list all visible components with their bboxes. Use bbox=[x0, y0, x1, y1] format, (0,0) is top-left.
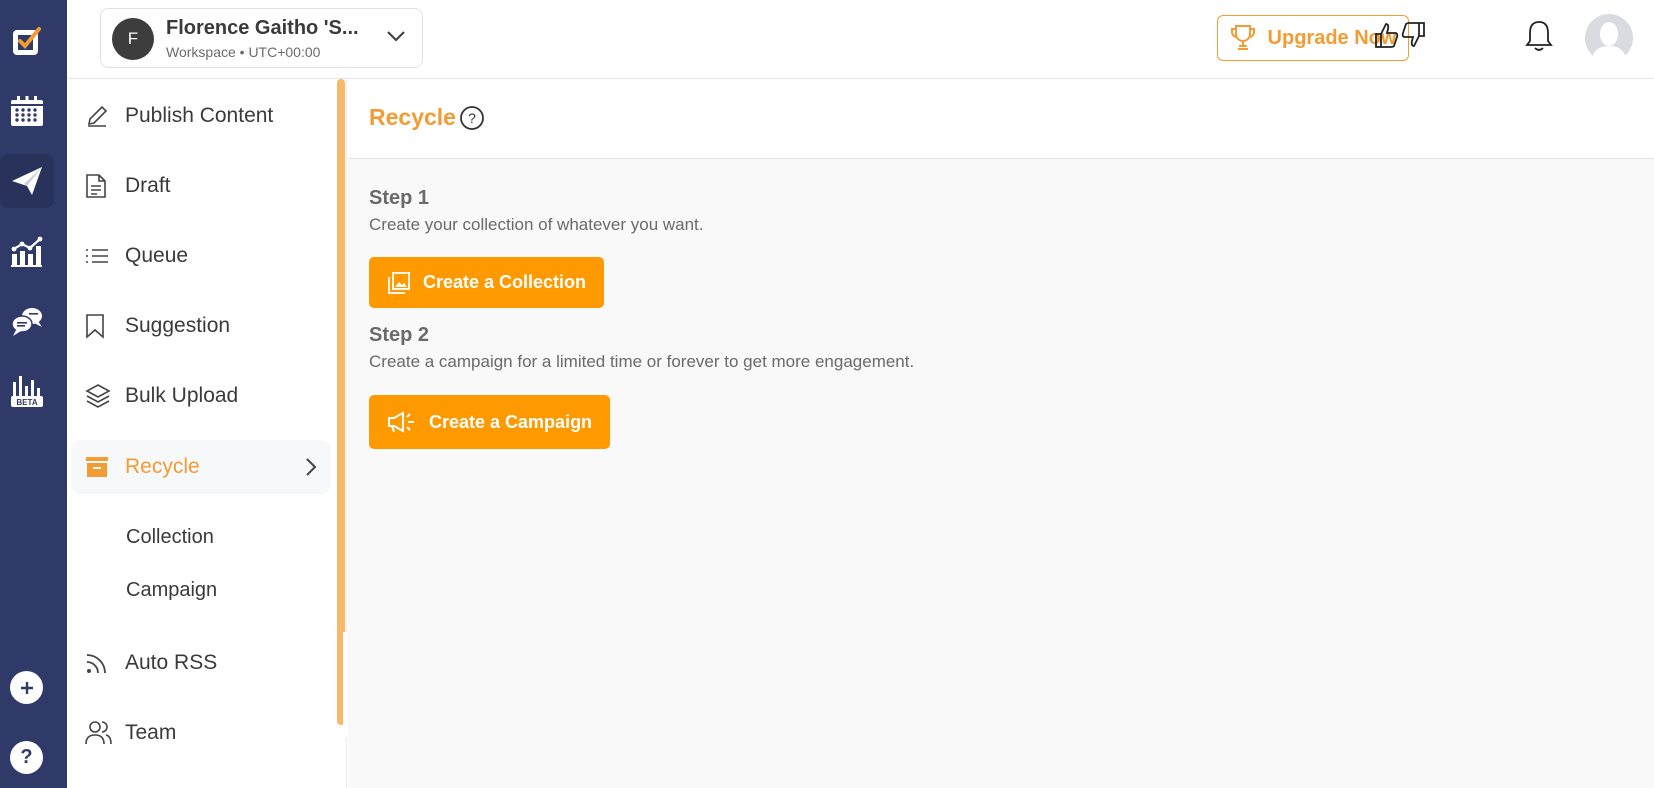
step2-title: Step 2 bbox=[369, 324, 430, 346]
document-icon bbox=[85, 173, 115, 199]
rail-analytics[interactable] bbox=[0, 224, 54, 278]
layers-icon bbox=[85, 383, 115, 409]
nav-label: Bulk Upload bbox=[125, 384, 239, 407]
nav-label: Suggestion bbox=[125, 314, 231, 337]
chevron-right-icon bbox=[306, 458, 317, 476]
nav-subitem-campaign[interactable]: Campaign bbox=[126, 579, 217, 602]
chevron-down-icon bbox=[387, 31, 405, 42]
rss-icon bbox=[85, 651, 115, 675]
create-collection-button[interactable]: Create a Collection bbox=[369, 257, 605, 308]
pencil-icon bbox=[85, 104, 115, 128]
nav-label: Auto RSS bbox=[125, 651, 218, 674]
add-button[interactable] bbox=[10, 671, 43, 704]
rail-calendar[interactable] bbox=[0, 84, 54, 138]
rail-logo[interactable] bbox=[0, 14, 54, 68]
nav-subitem-collection[interactable]: Collection bbox=[126, 526, 214, 549]
notification-bell-icon[interactable] bbox=[1525, 19, 1553, 53]
question-mark-icon: ? bbox=[20, 746, 33, 768]
side-navigation: Publish Content Draft Queue Suggestion B… bbox=[67, 79, 347, 788]
rail-publish[interactable] bbox=[0, 154, 54, 208]
user-avatar[interactable] bbox=[1585, 14, 1633, 62]
nav-label: Queue bbox=[125, 244, 189, 267]
step2-description: Create a campaign for a limited time or … bbox=[369, 352, 915, 371]
image-gallery-icon bbox=[388, 271, 410, 294]
help-circle-icon[interactable]: ? bbox=[459, 105, 485, 131]
nav-item-recycle[interactable]: Recycle bbox=[71, 440, 331, 494]
create-campaign-button[interactable]: Create a Campaign bbox=[369, 395, 611, 449]
megaphone-icon bbox=[388, 411, 414, 433]
beta-analytics-icon: BETA bbox=[11, 376, 43, 407]
create-campaign-label: Create a Campaign bbox=[429, 411, 593, 432]
sidenav-scrollbar[interactable] bbox=[337, 79, 345, 725]
workspace-name: Florence Gaitho 'S... bbox=[166, 17, 359, 39]
main-content: Recycle ? Step 1 Create your collection … bbox=[348, 79, 1654, 788]
bookmark-icon bbox=[85, 313, 115, 339]
plus-icon bbox=[20, 681, 33, 694]
page-header: Recycle ? bbox=[348, 79, 1654, 159]
beta-label: BETA bbox=[16, 398, 37, 407]
nav-item-bulk-upload[interactable]: Bulk Upload bbox=[71, 369, 331, 423]
nav-item-draft[interactable]: Draft bbox=[71, 159, 331, 213]
logo-checkbox-icon bbox=[13, 27, 41, 55]
nav-label: Recycle bbox=[125, 455, 200, 478]
svg-text:?: ? bbox=[468, 110, 476, 126]
nav-label: Team bbox=[125, 721, 177, 744]
paper-plane-icon bbox=[12, 167, 42, 195]
user-silhouette-icon bbox=[1591, 22, 1627, 62]
workspace-avatar: F bbox=[112, 18, 154, 60]
rail-analytics-beta[interactable]: BETA bbox=[0, 364, 54, 418]
list-icon bbox=[85, 246, 115, 266]
thumbs-up-icon bbox=[1375, 23, 1399, 48]
step1-title: Step 1 bbox=[369, 187, 430, 209]
thumbs-down-icon bbox=[1401, 22, 1425, 47]
app-rail: BETA ? bbox=[0, 0, 67, 788]
nav-item-suggestion[interactable]: Suggestion bbox=[71, 299, 331, 353]
nav-item-publish-content[interactable]: Publish Content bbox=[71, 89, 331, 143]
help-button[interactable]: ? bbox=[10, 741, 43, 774]
archive-box-icon bbox=[85, 456, 115, 478]
nav-label: Draft bbox=[125, 174, 171, 197]
feedback-button[interactable] bbox=[1374, 21, 1426, 49]
nav-item-queue[interactable]: Queue bbox=[71, 229, 331, 283]
nav-label: Publish Content bbox=[125, 104, 274, 127]
rail-inbox[interactable] bbox=[0, 294, 54, 348]
workspace-subtitle: Workspace • UTC+00:00 bbox=[166, 44, 321, 60]
nav-item-team[interactable]: Team bbox=[71, 706, 331, 760]
step1-description: Create your collection of whatever you w… bbox=[369, 215, 704, 234]
page-title: Recycle bbox=[369, 104, 456, 130]
calendar-icon bbox=[11, 96, 43, 126]
top-bar: F Florence Gaitho 'S... Workspace • UTC+… bbox=[67, 0, 1654, 79]
nav-item-auto-rss[interactable]: Auto RSS bbox=[71, 636, 331, 690]
create-collection-label: Create a Collection bbox=[423, 272, 587, 292]
workspace-switcher[interactable]: F Florence Gaitho 'S... Workspace • UTC+… bbox=[100, 8, 423, 68]
trophy-icon bbox=[1230, 25, 1255, 50]
analytics-chart-icon bbox=[11, 236, 43, 267]
users-icon bbox=[85, 720, 115, 746]
chat-bubbles-icon bbox=[11, 308, 42, 336]
